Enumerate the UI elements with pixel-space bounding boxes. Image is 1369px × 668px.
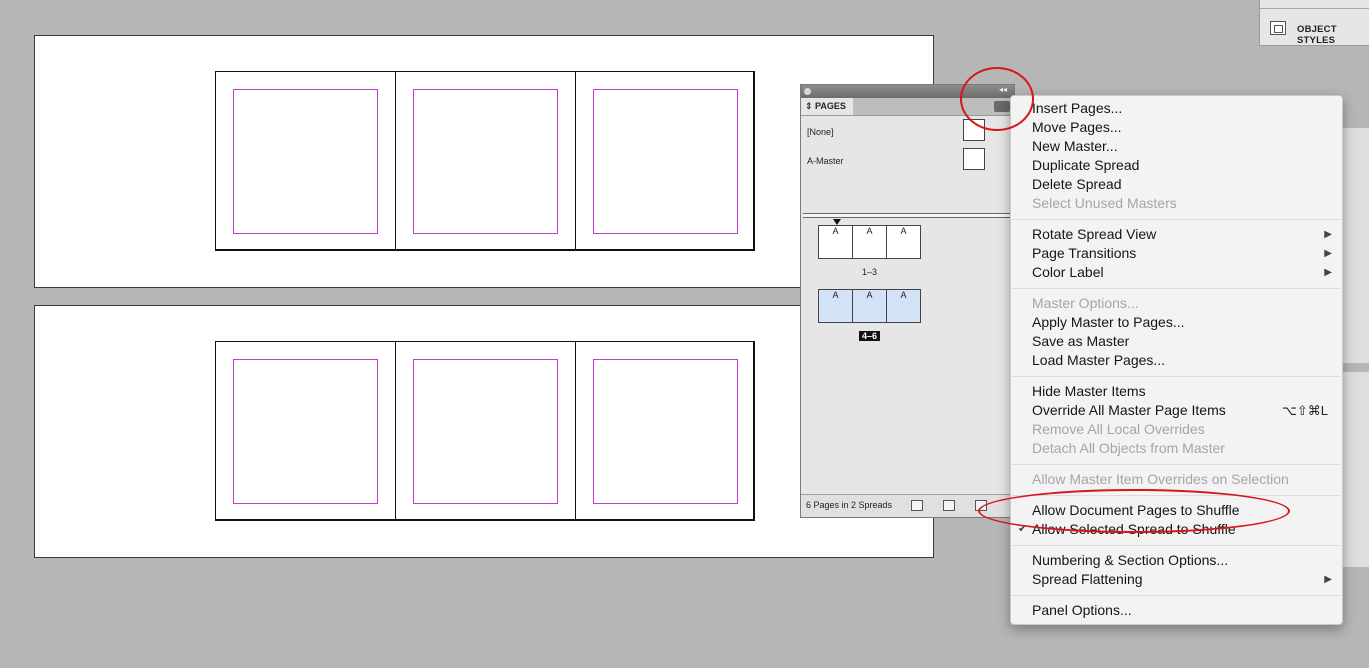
menu-item-apply-master[interactable]: Apply Master to Pages... bbox=[1032, 313, 1332, 332]
menu-item-insert-pages[interactable]: Insert Pages... bbox=[1032, 99, 1332, 118]
menu-item-color-label[interactable]: Color Label ▶ bbox=[1032, 263, 1332, 282]
margin-guide bbox=[233, 89, 378, 234]
menu-item-label: Remove All Local Overrides bbox=[1032, 421, 1205, 437]
new-page-icon[interactable] bbox=[943, 500, 955, 511]
menu-item-label: Spread Flattening bbox=[1032, 571, 1143, 587]
submenu-arrow-icon: ▶ bbox=[1324, 267, 1332, 278]
panel-divider bbox=[1260, 8, 1369, 9]
menu-item-load-master-pages[interactable]: Load Master Pages... bbox=[1032, 351, 1332, 370]
menu-item-label: New Master... bbox=[1032, 138, 1118, 154]
margin-guide bbox=[593, 359, 738, 504]
menu-item-label: Insert Pages... bbox=[1032, 100, 1123, 116]
menu-item-move-pages[interactable]: Move Pages... bbox=[1032, 118, 1332, 137]
annotation-circle-menu-button bbox=[960, 67, 1034, 131]
menu-item-remove-local-overrides: Remove All Local Overrides bbox=[1032, 420, 1332, 439]
keyboard-shortcut: ⌥⇧⌘L bbox=[1281, 403, 1328, 418]
panel-splitter[interactable] bbox=[803, 213, 1010, 218]
menu-item-panel-options[interactable]: Panel Options... bbox=[1032, 601, 1332, 620]
margin-guide bbox=[233, 359, 378, 504]
page-1[interactable] bbox=[215, 71, 395, 251]
menu-item-label: Apply Master to Pages... bbox=[1032, 314, 1185, 330]
menu-item-spread-flattening[interactable]: Spread Flattening ▶ bbox=[1032, 570, 1332, 589]
document-spread-2 bbox=[34, 305, 934, 558]
menu-separator bbox=[1012, 219, 1341, 220]
pages-panel-flyout-menu: Insert Pages... Move Pages... New Master… bbox=[1010, 95, 1343, 625]
submenu-arrow-icon: ▶ bbox=[1324, 229, 1332, 240]
object-styles-icon bbox=[1270, 21, 1286, 35]
submenu-arrow-icon: ▶ bbox=[1324, 574, 1332, 585]
page-thumbnail[interactable]: A bbox=[818, 289, 853, 323]
menu-separator bbox=[1012, 376, 1341, 377]
menu-item-label: Duplicate Spread bbox=[1032, 157, 1140, 173]
page-6[interactable] bbox=[575, 341, 755, 521]
menu-item-detach-objects: Detach All Objects from Master bbox=[1032, 439, 1332, 458]
menu-separator bbox=[1012, 545, 1341, 546]
master-none[interactable]: [None] bbox=[807, 127, 834, 137]
menu-item-label: Load Master Pages... bbox=[1032, 352, 1166, 368]
menu-item-numbering-section[interactable]: Numbering & Section Options... bbox=[1032, 551, 1332, 570]
document-spread-1 bbox=[34, 35, 934, 288]
menu-item-hide-master-items[interactable]: Hide Master Items bbox=[1032, 382, 1332, 401]
page-count: 6 Pages in 2 Spreads bbox=[806, 500, 893, 510]
page-thumbnail[interactable]: A bbox=[886, 225, 921, 259]
menu-item-label: Hide Master Items bbox=[1032, 383, 1146, 399]
menu-item-label: Override All Master Page Items bbox=[1032, 402, 1226, 418]
spread-label-2: 4–6 bbox=[859, 331, 881, 341]
tab-pages-label: PAGES bbox=[815, 101, 846, 111]
menu-item-override-master-items[interactable]: Override All Master Page Items ⌥⇧⌘L bbox=[1032, 401, 1332, 420]
menu-item-label: Allow Master Item Overrides on Selection bbox=[1032, 471, 1289, 487]
menu-item-label: Page Transitions bbox=[1032, 245, 1137, 261]
page-thumbnail[interactable]: A bbox=[852, 225, 887, 259]
menu-item-delete-spread[interactable]: Delete Spread bbox=[1032, 175, 1332, 194]
menu-separator bbox=[1012, 464, 1341, 465]
margin-guide bbox=[413, 359, 558, 504]
menu-item-label: Rotate Spread View bbox=[1032, 226, 1157, 242]
menu-item-label: Delete Spread bbox=[1032, 176, 1122, 192]
page-thumbnail[interactable]: A bbox=[852, 289, 887, 323]
object-styles-panel-tab[interactable]: OBJECT STYLES bbox=[1259, 0, 1369, 46]
submenu-arrow-icon: ▶ bbox=[1324, 248, 1332, 259]
menu-item-allow-overrides-selection: Allow Master Item Overrides on Selection bbox=[1032, 470, 1332, 489]
page-thumbnail[interactable]: A bbox=[818, 225, 853, 259]
spread-thumbnail-2[interactable]: A A A bbox=[818, 289, 924, 323]
menu-item-label: Move Pages... bbox=[1032, 119, 1122, 135]
menu-item-master-options: Master Options... bbox=[1032, 294, 1332, 313]
menu-item-label: Master Options... bbox=[1032, 295, 1139, 311]
master-a-thumbnail[interactable] bbox=[963, 148, 985, 170]
margin-guide bbox=[413, 89, 558, 234]
pages-panel: ◂◂ ⇕ PAGES [None] A-Master A A A 1–3 A A… bbox=[800, 84, 1015, 518]
object-styles-label: OBJECT STYLES bbox=[1297, 24, 1337, 46]
menu-item-save-as-master[interactable]: Save as Master bbox=[1032, 332, 1332, 351]
annotation-circle-shuffle-option bbox=[978, 489, 1290, 533]
tab-pages[interactable]: ⇕ PAGES bbox=[801, 98, 853, 115]
page-thumbnail[interactable]: A bbox=[886, 289, 921, 323]
close-icon[interactable] bbox=[804, 88, 811, 95]
menu-item-new-master[interactable]: New Master... bbox=[1032, 137, 1332, 156]
menu-item-label: Save as Master bbox=[1032, 333, 1130, 349]
menu-item-label: Detach All Objects from Master bbox=[1032, 440, 1225, 456]
page-3[interactable] bbox=[575, 71, 755, 251]
spread-thumbnail-1[interactable]: A A A bbox=[818, 225, 924, 259]
menu-item-label: Numbering & Section Options... bbox=[1032, 552, 1229, 568]
page-2[interactable] bbox=[395, 71, 575, 251]
master-a[interactable]: A-Master bbox=[807, 156, 844, 166]
spread-label-1: 1–3 bbox=[862, 267, 878, 277]
menu-separator bbox=[1012, 288, 1341, 289]
menu-item-label: Panel Options... bbox=[1032, 602, 1132, 618]
edit-page-size-icon[interactable] bbox=[911, 500, 923, 511]
menu-item-rotate-spread-view[interactable]: Rotate Spread View ▶ bbox=[1032, 225, 1332, 244]
menu-separator bbox=[1012, 595, 1341, 596]
menu-item-label: Select Unused Masters bbox=[1032, 195, 1177, 211]
menu-item-label: Color Label bbox=[1032, 264, 1104, 280]
page-5[interactable] bbox=[395, 341, 575, 521]
menu-item-duplicate-spread[interactable]: Duplicate Spread bbox=[1032, 156, 1332, 175]
menu-item-page-transitions[interactable]: Page Transitions ▶ bbox=[1032, 244, 1332, 263]
menu-item-select-unused-masters: Select Unused Masters bbox=[1032, 194, 1332, 213]
margin-guide bbox=[593, 89, 738, 234]
page-4[interactable] bbox=[215, 341, 395, 521]
